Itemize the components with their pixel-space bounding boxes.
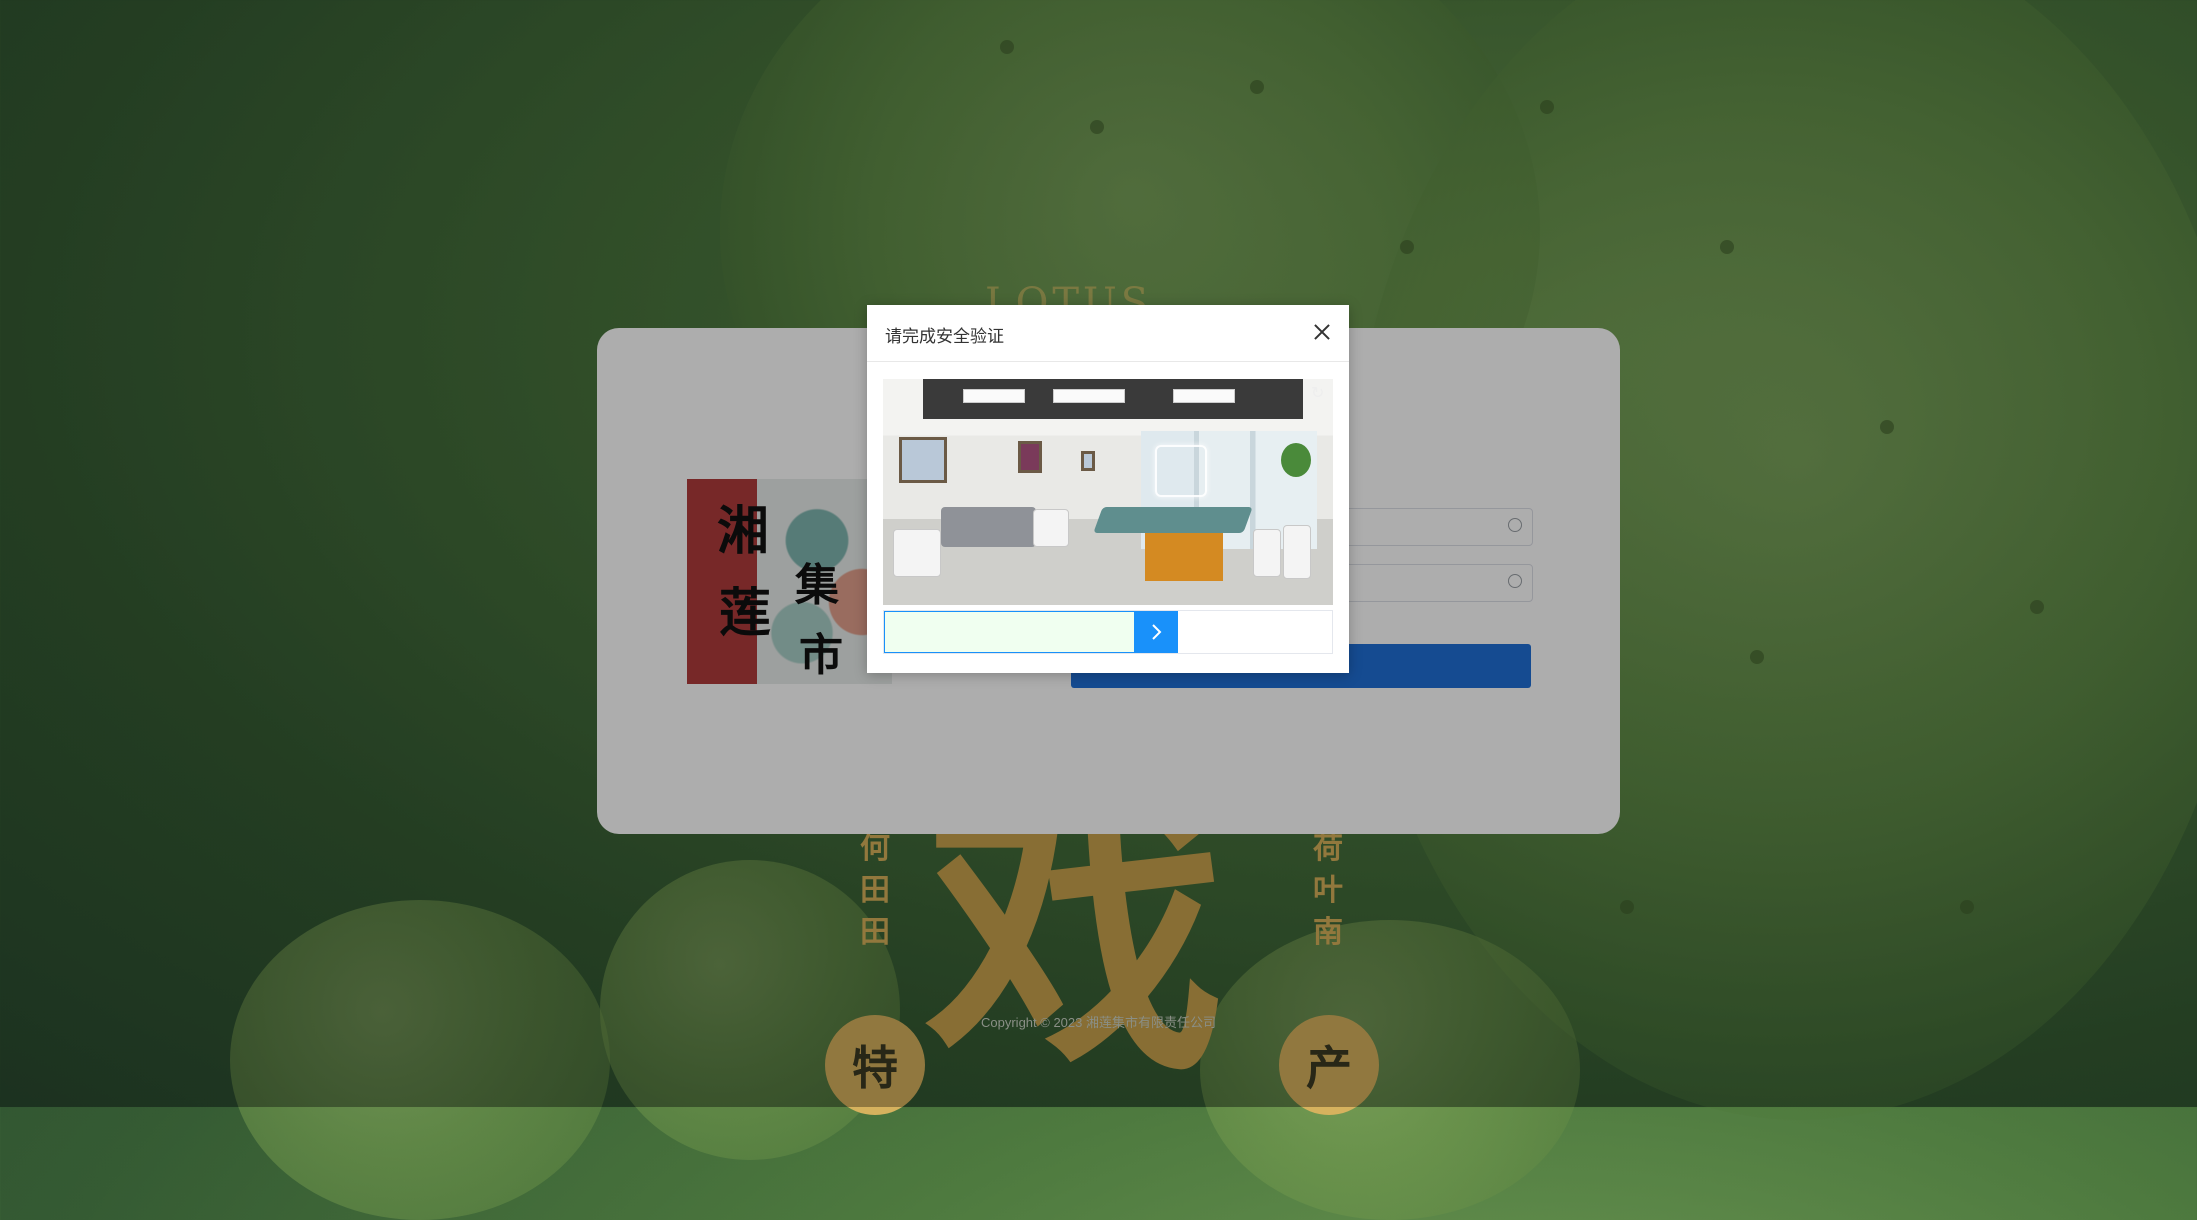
captcha-slider-track[interactable]: [883, 610, 1333, 654]
puzzle-gap: [1155, 445, 1207, 497]
copyright-text: Copyright © 2023 湘莲集市有限责任公司: [981, 1015, 1216, 1030]
captcha-dialog: 请完成安全验证 ↻: [867, 305, 1349, 673]
captcha-puzzle-image: ↻: [883, 379, 1333, 605]
refresh-icon[interactable]: ↻: [1311, 385, 1327, 401]
slider-progress: [884, 611, 1136, 653]
slider-handle[interactable]: [1134, 611, 1178, 653]
dialog-title: 请完成安全验证: [885, 327, 1004, 346]
close-icon[interactable]: [1309, 319, 1335, 345]
chevron-right-icon: [1152, 624, 1162, 640]
dialog-header: 请完成安全验证: [867, 305, 1349, 362]
